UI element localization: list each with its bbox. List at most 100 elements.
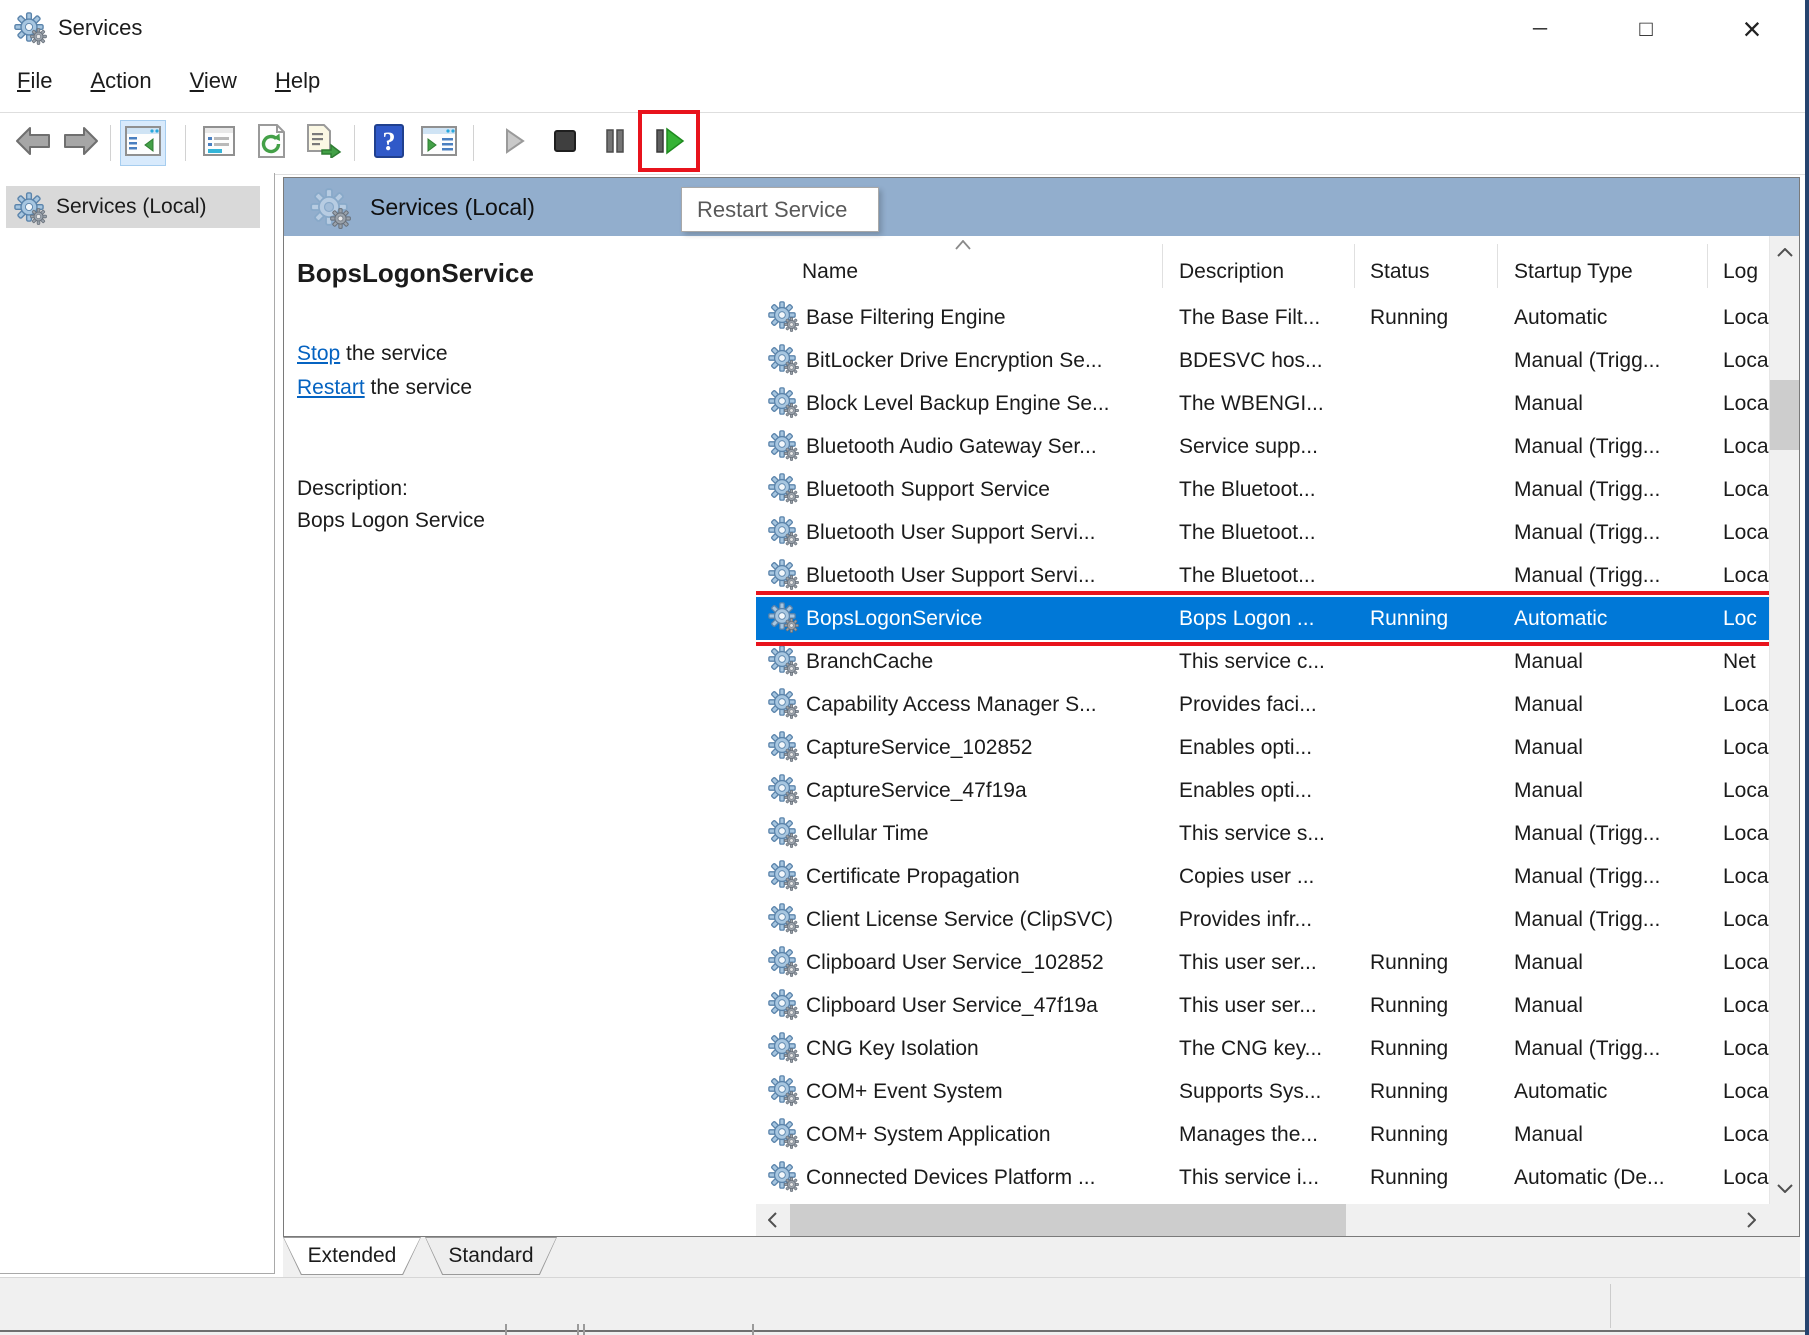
column-divider[interactable] xyxy=(1354,244,1355,288)
menu-file[interactable]: File xyxy=(17,68,52,94)
service-row[interactable]: Bluetooth User Support Servi... The Blue… xyxy=(756,511,1769,554)
stop-service-icon xyxy=(550,126,580,161)
service-row[interactable]: Bluetooth User Support Servi... The Blue… xyxy=(756,554,1769,597)
selected-service-name: BopsLogonService xyxy=(297,258,756,289)
column-header-description[interactable]: Description xyxy=(1179,260,1284,284)
service-row[interactable]: Certificate Propagation Copies user ... … xyxy=(756,855,1769,898)
show-console-tree-button[interactable] xyxy=(120,120,166,166)
service-row[interactable]: Cellular Time This service s... Manual (… xyxy=(756,812,1769,855)
service-row[interactable]: Connected Devices Platform ... This serv… xyxy=(756,1156,1769,1199)
service-row[interactable]: CaptureService_102852 Enables opti... Ma… xyxy=(756,726,1769,769)
service-gear-icon xyxy=(768,903,796,931)
list-header: Name Description Status Startup Type Log xyxy=(756,236,1769,296)
service-row[interactable]: BitLocker Drive Encryption Se... BDESVC … xyxy=(756,339,1769,382)
forward-button[interactable] xyxy=(58,120,104,166)
restart-service-button[interactable] xyxy=(646,120,692,166)
restart-service-link[interactable]: Restart xyxy=(297,376,365,399)
service-row[interactable]: Base Filtering Engine The Base Filt... R… xyxy=(756,296,1769,339)
tab-extended[interactable]: Extended xyxy=(283,1237,421,1275)
service-logon-cell: Loca xyxy=(1723,521,1769,545)
service-row[interactable]: COM+ Event System Supports Sys... Runnin… xyxy=(756,1070,1769,1113)
service-row[interactable]: COM+ System Application Manages the... R… xyxy=(756,1113,1769,1156)
service-row[interactable]: CNG Key Isolation The CNG key... Running… xyxy=(756,1027,1769,1070)
menu-action[interactable]: Action xyxy=(90,68,151,94)
service-logon-cell: Loca xyxy=(1723,349,1769,373)
service-description-cell: The Bluetoot... xyxy=(1179,478,1370,502)
service-name-cell: Bluetooth User Support Servi... xyxy=(806,521,1179,545)
minimize-icon[interactable]: ─ xyxy=(1512,0,1568,58)
service-gear-icon xyxy=(768,602,796,630)
stop-service-link[interactable]: Stop xyxy=(297,342,340,365)
close-icon[interactable]: × xyxy=(1724,0,1780,58)
vertical-scrollbar[interactable] xyxy=(1769,236,1799,1204)
column-divider[interactable] xyxy=(1162,244,1163,288)
service-name-cell: Bluetooth Audio Gateway Ser... xyxy=(806,435,1179,459)
service-gear-icon xyxy=(768,344,796,372)
service-name-cell: Clipboard User Service_47f19a xyxy=(806,994,1179,1018)
console-tree-panel: Services (Local) xyxy=(0,173,275,1274)
tab-standard[interactable]: Standard xyxy=(425,1237,557,1275)
service-name-cell: CaptureService_102852 xyxy=(806,736,1179,760)
column-header-log[interactable]: Log xyxy=(1723,260,1758,284)
service-gear-icon xyxy=(768,559,796,587)
service-name-cell: CaptureService_47f19a xyxy=(806,779,1179,803)
start-service-button[interactable] xyxy=(490,120,536,166)
column-divider[interactable] xyxy=(1497,244,1498,288)
service-name-cell: Cellular Time xyxy=(806,822,1179,846)
help-icon: ? xyxy=(373,124,405,163)
service-row[interactable]: Clipboard User Service_102852 This user … xyxy=(756,941,1769,984)
scroll-up-icon[interactable] xyxy=(1770,236,1799,268)
show-action-pane-button[interactable] xyxy=(416,120,462,166)
menu-view[interactable]: View xyxy=(190,68,237,94)
back-button[interactable] xyxy=(10,120,56,166)
scroll-right-icon[interactable] xyxy=(1735,1204,1767,1236)
service-row[interactable]: Bluetooth Support Service The Bluetoot..… xyxy=(756,468,1769,511)
service-description-cell: BDESVC hos... xyxy=(1179,349,1370,373)
refresh-button[interactable] xyxy=(248,120,294,166)
service-row[interactable]: Bluetooth Audio Gateway Ser... Service s… xyxy=(756,425,1769,468)
banner-title: Services (Local) xyxy=(370,194,535,221)
service-name-cell: Certificate Propagation xyxy=(806,865,1179,889)
horizontal-scrollbar[interactable] xyxy=(756,1204,1769,1236)
maximize-icon[interactable]: □ xyxy=(1618,0,1674,58)
pause-service-button[interactable] xyxy=(592,120,638,166)
service-name-cell: CNG Key Isolation xyxy=(806,1037,1179,1061)
service-startup-cell: Manual (Trigg... xyxy=(1514,435,1723,459)
service-name-cell: Bluetooth Support Service xyxy=(806,478,1179,502)
column-divider[interactable] xyxy=(1707,244,1708,288)
service-logon-cell: Loca xyxy=(1723,693,1769,717)
service-row[interactable]: BranchCache This service c... Manual Net xyxy=(756,640,1769,683)
scroll-down-icon[interactable] xyxy=(1770,1172,1799,1204)
service-row[interactable]: BopsLogonService Bops Logon ... Running … xyxy=(756,597,1769,640)
service-row[interactable]: Clipboard User Service_47f19a This user … xyxy=(756,984,1769,1027)
column-header-name[interactable]: Name xyxy=(802,260,858,284)
stop-service-button[interactable] xyxy=(542,120,588,166)
service-logon-cell: Loca xyxy=(1723,779,1769,803)
pause-service-icon xyxy=(600,126,630,161)
tree-item-services-local[interactable]: Services (Local) xyxy=(6,186,260,228)
column-header-startup-type[interactable]: Startup Type xyxy=(1514,260,1633,284)
service-row[interactable]: Client License Service (ClipSVC) Provide… xyxy=(756,898,1769,941)
menu-bar: File Action View Help xyxy=(0,58,1809,104)
view-tabs-strip: ExtendedStandard xyxy=(283,1237,1800,1277)
services-window: Services ─ □ × FileActionViewHelp ? Rest… xyxy=(0,0,1809,1335)
service-row[interactable]: Capability Access Manager S... Provides … xyxy=(756,683,1769,726)
service-name-cell: Capability Access Manager S... xyxy=(806,693,1179,717)
menu-help[interactable]: Help xyxy=(275,68,320,94)
service-gear-icon xyxy=(768,1075,796,1103)
service-description-cell: Enables opti... xyxy=(1179,779,1370,803)
service-startup-cell: Manual (Trigg... xyxy=(1514,908,1723,932)
service-description-cell: This service c... xyxy=(1179,650,1370,674)
service-status-cell: Running xyxy=(1370,1166,1514,1190)
properties-button[interactable] xyxy=(196,120,242,166)
export-list-button[interactable] xyxy=(300,120,346,166)
scroll-left-icon[interactable] xyxy=(756,1204,788,1236)
service-row[interactable]: Block Level Backup Engine Se... The WBEN… xyxy=(756,382,1769,425)
horizontal-scroll-thumb[interactable] xyxy=(790,1204,1346,1236)
vertical-scroll-thumb[interactable] xyxy=(1770,380,1799,450)
status-bar-mark xyxy=(752,1324,754,1335)
help-button[interactable]: ? xyxy=(366,120,412,166)
service-logon-cell: Loca xyxy=(1723,1123,1769,1147)
service-row[interactable]: CaptureService_47f19a Enables opti... Ma… xyxy=(756,769,1769,812)
column-header-status[interactable]: Status xyxy=(1370,260,1430,284)
